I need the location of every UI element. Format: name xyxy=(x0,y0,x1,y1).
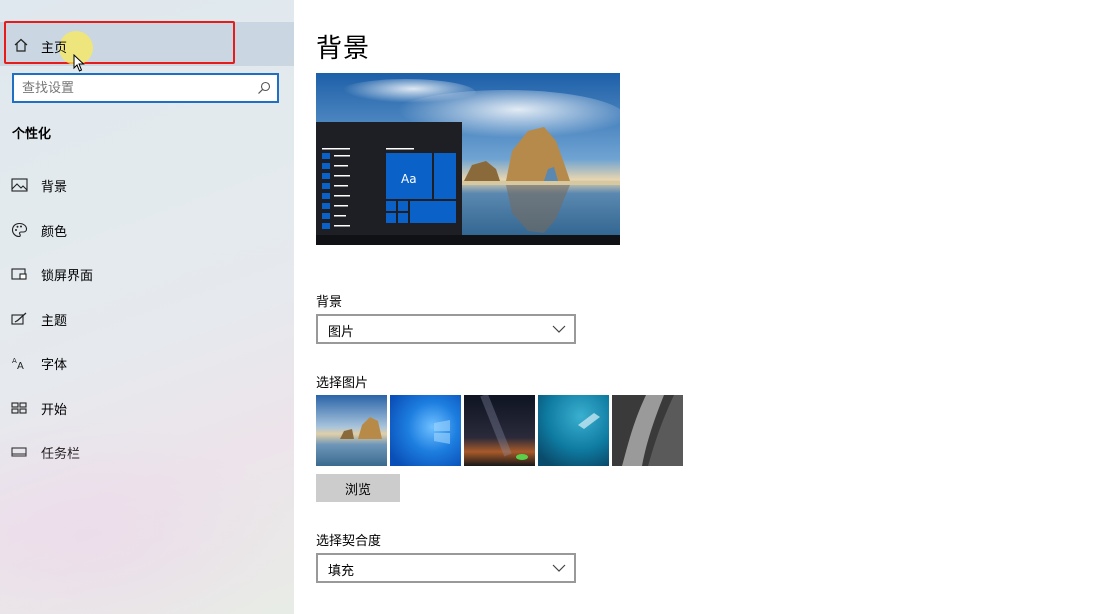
section-title-personalization: 个性化 xyxy=(12,127,52,142)
taskbar-icon xyxy=(11,447,27,457)
picture-thumbnail-4[interactable] xyxy=(538,395,609,466)
background-label: 背景 xyxy=(316,295,343,310)
chevron-down-icon xyxy=(552,564,566,572)
sidebar-item-label: 字体 xyxy=(41,358,68,373)
browse-button[interactable]: 浏览 xyxy=(316,474,400,502)
sidebar-item-lock-screen[interactable]: 锁屏界面 xyxy=(0,254,294,294)
sidebar-item-start[interactable]: 开始 xyxy=(0,388,294,428)
fit-value: 填充 xyxy=(328,564,355,579)
svg-text:A: A xyxy=(17,361,24,371)
font-icon: A A xyxy=(12,357,24,371)
choose-picture-label: 选择图片 xyxy=(316,376,369,391)
search-box[interactable] xyxy=(12,73,279,103)
sidebar-item-themes[interactable]: 主题 xyxy=(0,299,294,339)
home-label[interactable]: 主页 xyxy=(41,37,67,56)
start-icon xyxy=(11,402,27,414)
home-highlight-box xyxy=(4,21,235,64)
sidebar-item-label: 颜色 xyxy=(41,225,68,240)
sidebar-item-label: 锁屏界面 xyxy=(41,269,94,284)
picture-thumbnail-5[interactable] xyxy=(612,395,683,466)
chevron-down-icon xyxy=(552,325,566,333)
home-icon xyxy=(14,38,28,52)
desktop-preview xyxy=(316,73,620,245)
search-input[interactable] xyxy=(22,79,242,97)
sidebar: 主页 个性化 背景 颜色 锁屏界面 xyxy=(0,0,294,614)
palette-icon xyxy=(11,222,28,238)
lock-screen-icon xyxy=(11,268,27,280)
picture-thumbnail-3[interactable] xyxy=(464,395,535,466)
picture-icon xyxy=(11,178,28,192)
picture-thumbnail-2[interactable] xyxy=(390,395,461,466)
sidebar-item-fonts[interactable]: A A 字体 xyxy=(0,343,294,383)
sidebar-item-label: 任务栏 xyxy=(41,447,81,462)
sidebar-item-taskbar[interactable]: 任务栏 xyxy=(0,432,294,472)
sidebar-item-label: 开始 xyxy=(41,403,68,418)
main-content: 背景 Aa 背景 图片 选择图片 浏览 选择契合度 填充 xyxy=(294,0,1100,614)
preview-tile-text: Aa xyxy=(401,172,417,186)
page-title: 背景 xyxy=(316,34,371,64)
sidebar-item-label: 背景 xyxy=(41,180,68,195)
search-icon[interactable] xyxy=(257,81,271,95)
picture-thumbnail-1[interactable] xyxy=(316,395,387,466)
background-type-dropdown[interactable]: 图片 xyxy=(316,314,576,344)
mouse-cursor-icon xyxy=(73,54,85,72)
sidebar-item-background[interactable]: 背景 xyxy=(0,165,294,205)
fit-dropdown[interactable]: 填充 xyxy=(316,553,576,583)
sidebar-item-label: 主题 xyxy=(41,314,68,329)
background-type-value: 图片 xyxy=(328,325,355,340)
sidebar-item-colors[interactable]: 颜色 xyxy=(0,210,294,250)
theme-icon xyxy=(11,312,27,325)
choose-fit-label: 选择契合度 xyxy=(316,534,382,549)
